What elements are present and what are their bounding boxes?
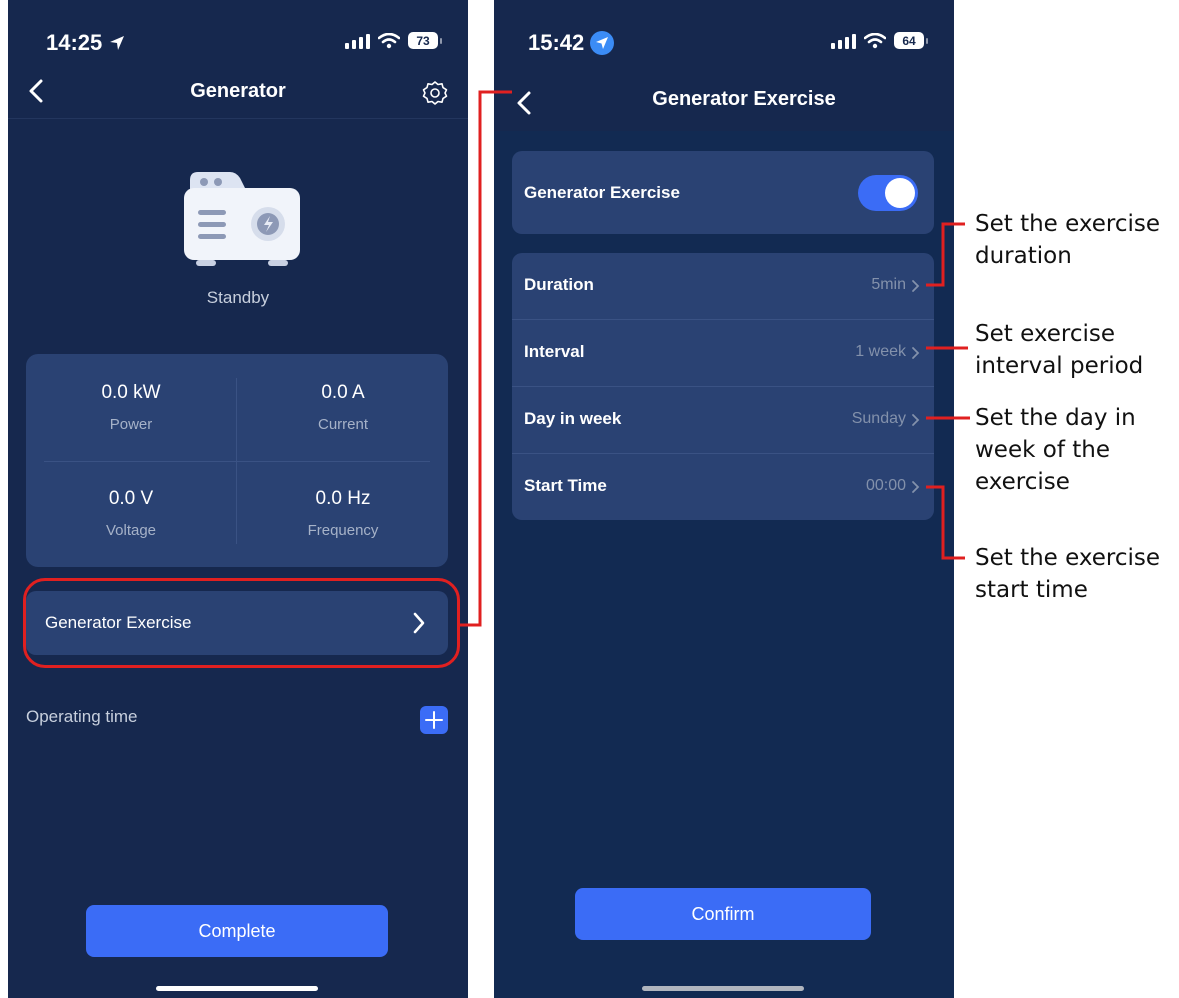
annotation-duration: Set the exercise duration <box>975 211 1161 269</box>
annotation-interval: Set exercise interval period <box>975 321 1144 379</box>
exercise-link-line <box>458 90 512 627</box>
start-time-callout-line <box>926 485 965 560</box>
duration-callout-line <box>926 222 965 287</box>
annotation-day: Set the day in week of the exercise <box>975 405 1136 495</box>
callout-lines <box>458 90 970 627</box>
annotation-start-time: Set the exercise start time <box>975 545 1161 603</box>
